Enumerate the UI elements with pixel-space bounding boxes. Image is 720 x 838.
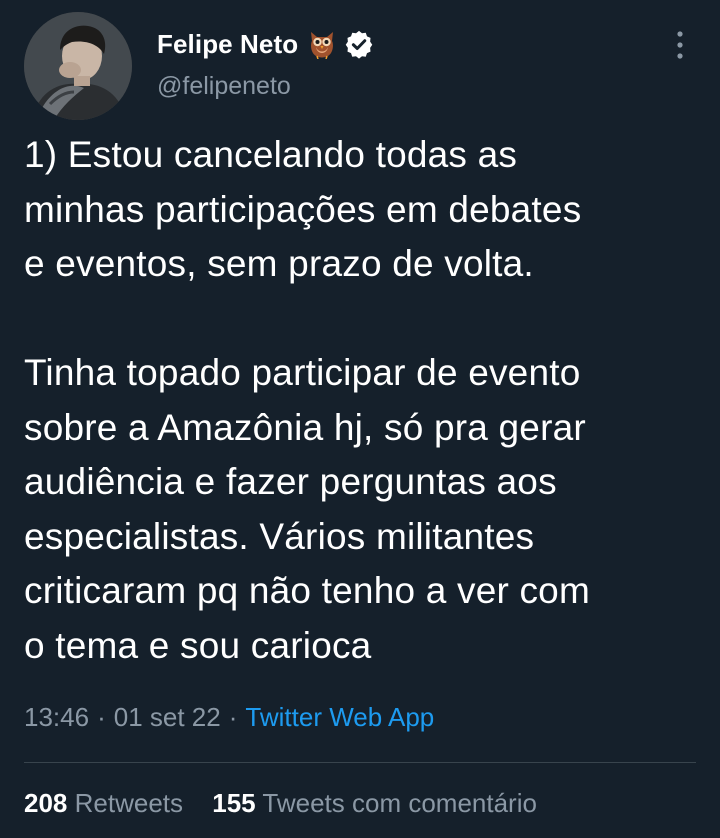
tweet-date[interactable]: 01 set 22 <box>114 702 221 732</box>
tweet-text-line: e eventos, sem prazo de volta. <box>24 243 534 284</box>
retweets-stat[interactable]: 208 Retweets <box>24 788 183 819</box>
divider <box>24 762 696 763</box>
tweet-text-line: sobre a Amazônia hj, só pra gerar <box>24 406 586 448</box>
meta-separator: · <box>228 702 238 732</box>
tweet-text-line: Tinha topado participar de evento <box>24 352 581 393</box>
user-avatar-icon <box>24 12 132 120</box>
paragraph-break <box>24 292 714 347</box>
tweet-source-link[interactable]: Twitter Web App <box>245 702 434 732</box>
quote-tweets-count: 155 <box>212 788 256 818</box>
retweets-label: Retweets <box>74 788 184 818</box>
meta-separator: · <box>97 702 106 732</box>
user-handle[interactable]: @felipeneto <box>157 72 291 101</box>
author-name-row: Felipe Neto <box>157 26 374 62</box>
avatar[interactable] <box>24 12 132 120</box>
verified-badge-icon <box>344 29 374 59</box>
tweet-text-line: o tema e sou carioca <box>24 624 372 666</box>
owl-icon <box>308 29 336 60</box>
tweet-text-line: criticaram pq não tenho a ver com <box>24 570 590 611</box>
retweets-count: 208 <box>24 788 68 818</box>
tweet-stats: 208 Retweets 155 Tweets com comentário <box>24 788 537 819</box>
display-name[interactable]: Felipe Neto <box>157 29 298 60</box>
tweet-time[interactable]: 13:46 <box>24 702 89 732</box>
quote-tweets-label: Tweets com comentário <box>262 788 537 818</box>
tweet-text: 1) Estou cancelando todas as minhas part… <box>24 128 714 673</box>
tweet-metadata: 13:46 · 01 set 22 · Twitter Web App <box>24 702 434 733</box>
tweet-detail: Felipe Neto @felipeneto 1) Estou cancela… <box>0 0 720 838</box>
tweet-text-line: 1) Estou cancelando todas as <box>24 134 518 175</box>
tweet-text-line: minhas participações em debates <box>24 188 582 230</box>
more-vertical-icon[interactable] <box>666 28 694 62</box>
tweet-text-line: especialistas. Vários militantes <box>24 515 535 557</box>
quote-tweets-stat[interactable]: 155 Tweets com comentário <box>212 788 537 819</box>
tweet-text-line: audiência e fazer perguntas aos <box>24 461 557 502</box>
